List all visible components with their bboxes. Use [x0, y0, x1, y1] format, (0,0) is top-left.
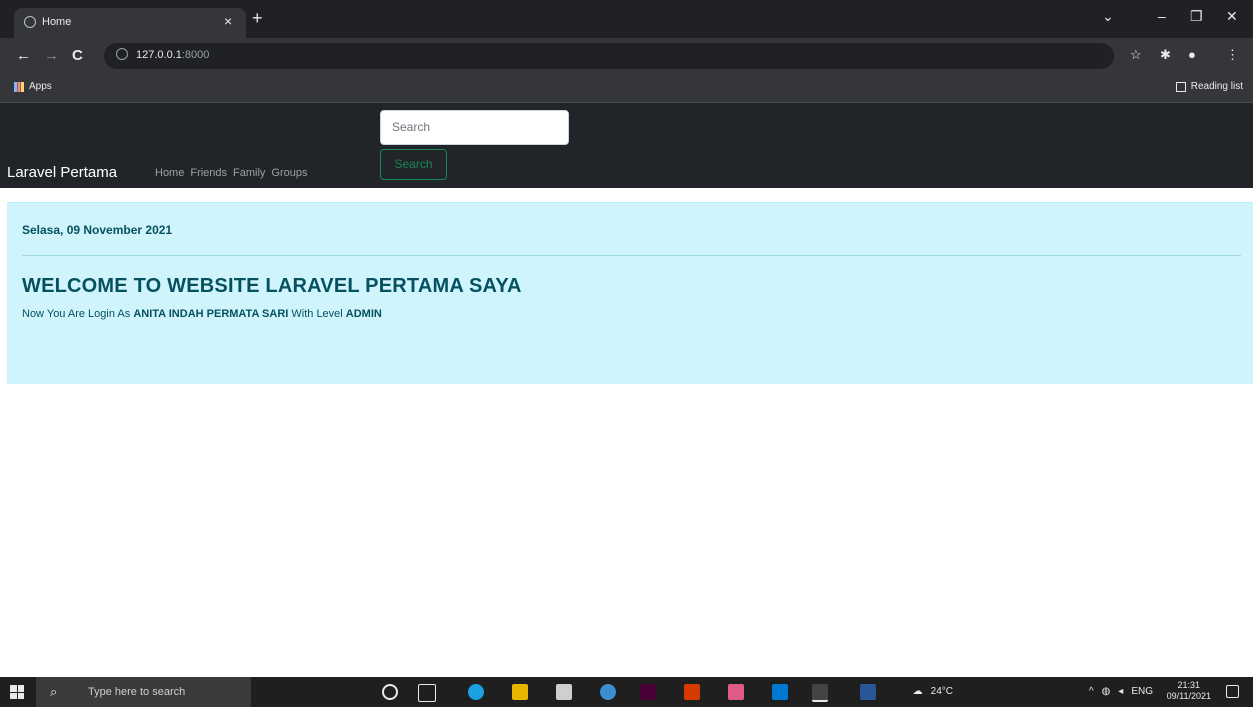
system-tray: ^ ◍ ◂ ENG	[1089, 686, 1153, 697]
bookmark-star-icon[interactable]: ☆	[1130, 47, 1142, 63]
nav-links: Home Friends Family Groups	[155, 167, 308, 179]
weather-icon: ☁	[912, 686, 923, 697]
browser-toolbar: ← → C 127.0.0.1:8000 ☆ ✱ ● ⋮	[0, 38, 1253, 74]
volume-icon[interactable]: ◂	[1118, 686, 1123, 697]
vscode-icon[interactable]	[772, 684, 788, 700]
tab-search-icon[interactable]: ⌄	[1102, 8, 1114, 25]
bookmark-apps[interactable]: Apps	[14, 81, 52, 92]
taskbar-search[interactable]: ⌕ Type here to search	[36, 677, 251, 707]
app-icon[interactable]	[728, 684, 744, 700]
weather[interactable]: ☁ 24°C	[913, 686, 953, 697]
search-icon: ⌕	[50, 684, 58, 699]
close-tab-icon[interactable]: ×	[224, 13, 232, 29]
divider	[22, 255, 1241, 256]
file-explorer-icon[interactable]	[512, 684, 528, 700]
globe-icon	[24, 16, 36, 28]
site-info-icon[interactable]	[116, 48, 128, 60]
current-date: Selasa, 09 November 2021	[22, 223, 173, 237]
navbar-brand[interactable]: Laravel Pertama	[7, 164, 117, 181]
bookmarks-bar: Apps Reading list	[0, 74, 1253, 103]
windows-taskbar: ⌕ Type here to search ☁ 24°C ^ ◍ ◂ ENG 2…	[0, 677, 1253, 707]
browser-tabstrip: Home × + ⌄ – ❐ ✕	[0, 0, 1253, 38]
search-input[interactable]: Search	[380, 110, 569, 145]
apps-grid-icon	[14, 81, 24, 92]
reading-list-button[interactable]: Reading list	[1175, 81, 1243, 92]
profile-icon[interactable]: ●	[1188, 47, 1196, 62]
minimize-button[interactable]: –	[1158, 8, 1166, 24]
close-window-button[interactable]: ✕	[1226, 8, 1238, 25]
cortana-icon[interactable]	[382, 684, 398, 700]
nav-link-groups[interactable]: Groups	[271, 167, 307, 179]
word-icon[interactable]	[860, 684, 876, 700]
reading-list-label: Reading list	[1190, 81, 1243, 92]
extensions-icon[interactable]: ✱	[1160, 47, 1171, 63]
login-info: Now You Are Login As ANITA INDAH PERMATA…	[22, 308, 382, 320]
chrome-icon[interactable]	[600, 684, 616, 700]
search-button[interactable]: Search	[380, 149, 447, 180]
site-navbar: Laravel Pertama Home Friends Family Grou…	[0, 103, 1253, 188]
chevron-up-icon[interactable]: ^	[1089, 686, 1094, 697]
office-icon[interactable]	[684, 684, 700, 700]
wifi-icon[interactable]: ◍	[1102, 686, 1111, 697]
new-tab-button[interactable]: +	[252, 9, 263, 27]
temperature: 24°C	[930, 686, 953, 697]
nav-link-home[interactable]: Home	[155, 167, 184, 179]
back-button[interactable]: ←	[16, 47, 31, 64]
url-text: 127.0.0.1:8000	[136, 49, 210, 61]
edge-icon[interactable]	[468, 684, 484, 700]
nav-link-family[interactable]: Family	[233, 167, 265, 179]
reading-list-icon	[1175, 81, 1186, 92]
clock-time: 21:31	[1177, 680, 1201, 690]
welcome-alert: Selasa, 09 November 2021 WELCOME TO WEBS…	[7, 202, 1253, 384]
language-indicator[interactable]: ENG	[1131, 686, 1153, 697]
forward-button[interactable]: →	[44, 47, 59, 64]
reload-button[interactable]: C	[72, 47, 83, 64]
clock-date: 09/11/2021	[1166, 691, 1211, 701]
taskbar-search-placeholder: Type here to search	[88, 686, 186, 698]
menu-icon[interactable]: ⋮	[1226, 47, 1239, 63]
welcome-heading: WELCOME TO WEBSITE LARAVEL PERTAMA SAYA	[22, 275, 522, 297]
taskbar-clock[interactable]: 21:31 09/11/2021	[1167, 680, 1211, 702]
maximize-button[interactable]: ❐	[1190, 8, 1203, 25]
tab-title: Home	[42, 16, 72, 28]
notification-icon[interactable]	[1226, 685, 1239, 698]
task-view-icon[interactable]	[418, 684, 436, 702]
user-level: ADMIN	[345, 308, 382, 320]
address-bar[interactable]: 127.0.0.1:8000	[104, 43, 1114, 69]
active-app-icon[interactable]	[812, 684, 828, 702]
user-name: ANITA INDAH PERMATA SARI	[133, 308, 289, 320]
store-icon[interactable]	[556, 684, 572, 700]
windows-start-icon[interactable]	[10, 685, 24, 699]
nav-link-friends[interactable]: Friends	[190, 167, 227, 179]
bookmark-apps-label: Apps	[29, 81, 52, 92]
adobe-xd-icon[interactable]	[640, 684, 656, 700]
browser-tab-home[interactable]: Home ×	[14, 8, 246, 38]
